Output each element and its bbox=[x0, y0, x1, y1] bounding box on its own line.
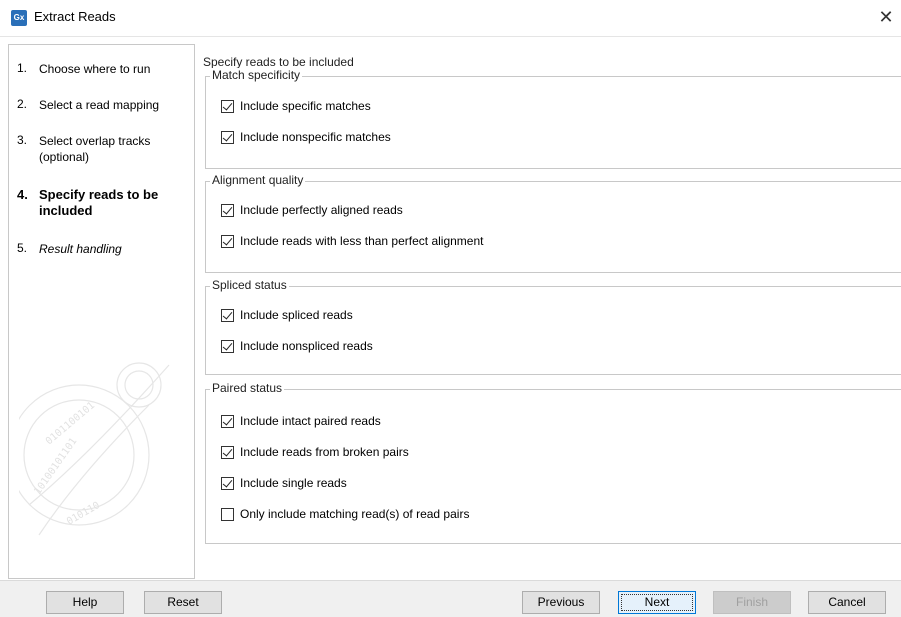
alignment-quality-group: Alignment quality Include perfectly alig… bbox=[205, 173, 901, 273]
include-perfectly-aligned-checkbox[interactable]: Include perfectly aligned reads bbox=[221, 202, 403, 218]
checkbox-label: Include perfectly aligned reads bbox=[240, 203, 403, 217]
checkbox-box[interactable] bbox=[221, 414, 234, 428]
checkbox-label: Include specific matches bbox=[240, 99, 371, 113]
paired-status-group: Paired status Include intact paired read… bbox=[205, 381, 901, 544]
checkbox-box[interactable] bbox=[221, 476, 234, 490]
extract-reads-dialog: Gx Extract Reads ✕ 1. Choose where to ru… bbox=[0, 0, 901, 617]
step-label: Select a read mapping bbox=[39, 98, 160, 112]
include-imperfect-alignment-checkbox[interactable]: Include reads with less than perfect ali… bbox=[221, 233, 483, 249]
step-label: Result handling bbox=[39, 242, 122, 256]
checkbox-label: Include nonspecific matches bbox=[240, 130, 391, 144]
dialog-title: Extract Reads bbox=[34, 9, 116, 24]
step-content-panel: Specify reads to be included Match speci… bbox=[199, 52, 901, 579]
step-number: 5. bbox=[17, 241, 28, 255]
step-number: 3. bbox=[17, 133, 28, 147]
checkbox-box[interactable] bbox=[221, 339, 234, 353]
include-nonspecific-matches-checkbox[interactable]: Include nonspecific matches bbox=[221, 129, 391, 145]
spliced-status-group: Spliced status Include spliced reads Inc… bbox=[205, 278, 901, 375]
group-legend: Alignment quality bbox=[210, 173, 306, 187]
only-matching-reads-checkbox[interactable]: Only include matching read(s) of read pa… bbox=[221, 506, 469, 522]
checkbox-box[interactable] bbox=[221, 203, 234, 217]
checkbox-label: Include reads from broken pairs bbox=[240, 445, 409, 459]
checkbox-box[interactable] bbox=[221, 308, 234, 322]
checkbox-label: Include single reads bbox=[240, 476, 347, 490]
step-number: 2. bbox=[17, 97, 28, 111]
group-legend: Spliced status bbox=[210, 278, 289, 292]
button-bar: Help Reset Previous Next Finish Cancel bbox=[0, 580, 901, 617]
checkbox-label: Include nonspliced reads bbox=[240, 339, 373, 353]
checkbox-label: Include spliced reads bbox=[240, 308, 353, 322]
close-button[interactable]: ✕ bbox=[871, 0, 901, 36]
help-button[interactable]: Help bbox=[46, 591, 124, 614]
page-title: Specify reads to be included bbox=[203, 55, 354, 69]
group-legend: Paired status bbox=[210, 381, 285, 395]
include-intact-paired-checkbox[interactable]: Include intact paired reads bbox=[221, 413, 381, 429]
checkbox-box[interactable] bbox=[221, 234, 234, 248]
checkbox-box[interactable] bbox=[221, 99, 234, 113]
group-legend: Match specificity bbox=[210, 68, 303, 82]
checkbox-label: Include intact paired reads bbox=[240, 414, 381, 428]
cancel-button[interactable]: Cancel bbox=[808, 591, 886, 614]
checkbox-label: Only include matching read(s) of read pa… bbox=[240, 507, 470, 521]
step-number: 4. bbox=[17, 187, 28, 202]
checkbox-label: Include reads with less than perfect ali… bbox=[240, 234, 484, 248]
match-specificity-group: Match specificity Include specific match… bbox=[205, 68, 901, 169]
checkbox-box[interactable] bbox=[221, 445, 234, 459]
step-label: Choose where to run bbox=[39, 62, 151, 76]
previous-button[interactable]: Previous bbox=[522, 591, 600, 614]
step-label: Specify reads to be included bbox=[39, 187, 159, 218]
include-nonspliced-reads-checkbox[interactable]: Include nonspliced reads bbox=[221, 338, 373, 354]
step-number: 1. bbox=[17, 61, 28, 75]
wizard-steps-sidebar: 1. Choose where to run 2. Select a read … bbox=[8, 44, 195, 579]
include-broken-pairs-checkbox[interactable]: Include reads from broken pairs bbox=[221, 444, 409, 460]
step-label: Select overlap tracks (optional) bbox=[39, 134, 151, 164]
svg-text:010110: 010110 bbox=[65, 500, 102, 528]
checkbox-box[interactable] bbox=[221, 507, 234, 521]
reset-button[interactable]: Reset bbox=[144, 591, 222, 614]
include-single-reads-checkbox[interactable]: Include single reads bbox=[221, 475, 347, 491]
include-spliced-reads-checkbox[interactable]: Include spliced reads bbox=[221, 307, 353, 323]
next-button[interactable]: Next bbox=[618, 591, 696, 614]
include-specific-matches-checkbox[interactable]: Include specific matches bbox=[221, 98, 371, 114]
focus-ring bbox=[621, 594, 693, 611]
app-logo-icon: Gx bbox=[11, 10, 27, 26]
watermark-swirl-icon: 0101100101 10100101101 010110 bbox=[19, 362, 170, 536]
title-bar: Gx Extract Reads ✕ bbox=[0, 0, 901, 37]
finish-button: Finish bbox=[713, 591, 791, 614]
checkbox-box[interactable] bbox=[221, 130, 234, 144]
